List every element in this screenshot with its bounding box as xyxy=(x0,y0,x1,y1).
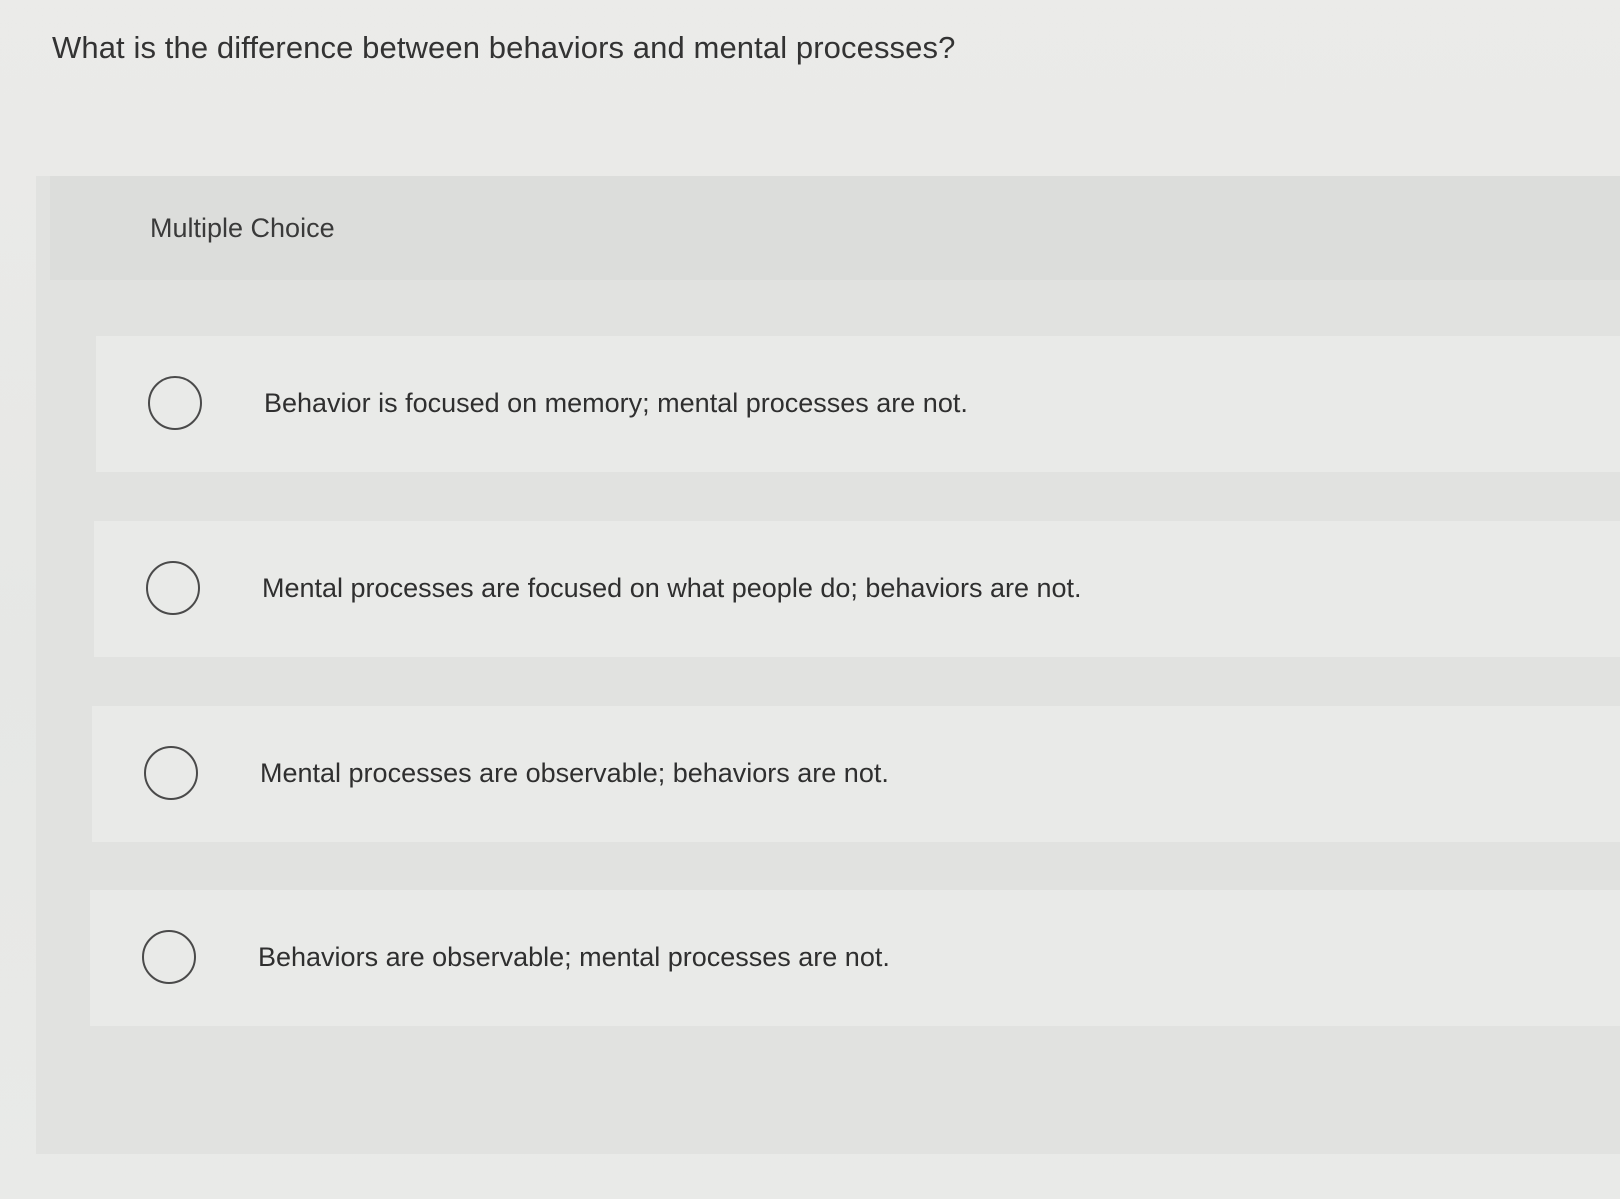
radio-circle-icon[interactable] xyxy=(146,561,200,615)
answer-option-4[interactable]: Behaviors are observable; mental process… xyxy=(90,890,1620,1026)
question-text: What is the difference between behaviors… xyxy=(52,30,956,65)
panel-header: Multiple Choice xyxy=(50,176,1620,280)
radio-circle-icon[interactable] xyxy=(148,376,202,430)
answer-option-label: Mental processes are focused on what peo… xyxy=(262,573,1082,603)
answer-option-1[interactable]: Behavior is focused on memory; mental pr… xyxy=(96,336,1620,472)
answer-option-label: Mental processes are observable; behavio… xyxy=(260,758,889,788)
answer-option-3[interactable]: Mental processes are observable; behavio… xyxy=(92,706,1620,842)
answer-option-label: Behaviors are observable; mental process… xyxy=(258,942,890,972)
answer-option-label: Behavior is focused on memory; mental pr… xyxy=(264,388,968,418)
multiple-choice-panel: Multiple Choice Behavior is focused on m… xyxy=(36,176,1620,1154)
question-type-label: Multiple Choice xyxy=(150,213,335,243)
answer-option-2[interactable]: Mental processes are focused on what peo… xyxy=(94,521,1620,657)
radio-circle-icon[interactable] xyxy=(142,930,196,984)
radio-circle-icon[interactable] xyxy=(144,746,198,800)
